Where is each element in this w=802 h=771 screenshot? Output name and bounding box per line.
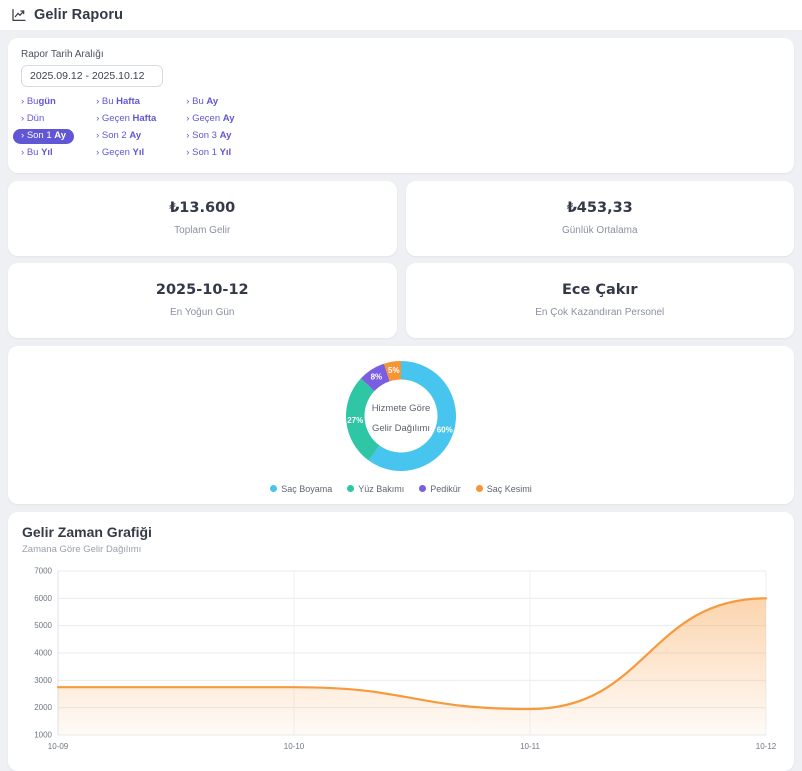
- page-title: Gelir Raporu: [34, 7, 123, 23]
- y-axis-label: 7000: [34, 566, 52, 575]
- legend-label: Saç Boyama: [281, 484, 332, 494]
- revenue-time-chart-card: Gelir Zaman Grafiği Zamana Göre Gelir Da…: [8, 512, 794, 771]
- donut-slice-percent: 60%: [437, 425, 453, 434]
- quick-range-links: › Bugün › Dün › Son 1 Ay › Bu Yıl › Bu Hafta…: [13, 95, 243, 161]
- legend-dot: [347, 485, 354, 492]
- chart-title: Gelir Zaman Grafiği: [22, 524, 780, 540]
- stat-value: ₺13.600: [169, 200, 235, 216]
- legend-item-yuz-bakimi[interactable]: Yüz Bakımı: [347, 484, 404, 494]
- x-axis-label: 10-09: [48, 742, 69, 751]
- legend-dot: [270, 485, 277, 492]
- quick-range-bu-yil[interactable]: › Bu Yıl: [13, 146, 74, 161]
- quick-range-son-2-ay[interactable]: › Son 2 Ay: [88, 129, 164, 144]
- stats-grid: ₺13.600 Toplam Gelir ₺453,33 Günlük Orta…: [8, 181, 794, 338]
- quick-range-bu-ay[interactable]: › Bu Ay: [178, 95, 242, 110]
- legend-item-sac-boyama[interactable]: Saç Boyama: [270, 484, 332, 494]
- legend-label: Yüz Bakımı: [358, 484, 404, 494]
- quick-range-son-3-ay[interactable]: › Son 3 Ay: [178, 129, 242, 144]
- x-axis-label: 10-10: [284, 742, 305, 751]
- donut-chart: 60% 27% 8% 5% Hizmete Göre Gelir Dağılımı: [321, 355, 481, 479]
- stat-label: Toplam Gelir: [174, 225, 230, 236]
- donut-slice-percent: 8%: [371, 372, 383, 381]
- stat-label: En Yoğun Gün: [170, 307, 235, 318]
- revenue-line-chart: 100020003000400050006000700010-0910-1010…: [22, 563, 780, 763]
- quick-range-bugun[interactable]: › Bugün: [13, 95, 74, 110]
- stat-card-busiest-day: 2025-10-12 En Yoğun Gün: [8, 263, 397, 338]
- donut-slice-percent: 27%: [347, 416, 363, 425]
- y-axis-label: 2000: [34, 703, 52, 712]
- quick-range-bu-hafta[interactable]: › Bu Hafta: [88, 95, 164, 110]
- legend-label: Pedikür: [430, 484, 461, 494]
- y-axis-label: 4000: [34, 648, 52, 657]
- stat-card-daily-average: ₺453,33 Günlük Ortalama: [406, 181, 795, 256]
- stat-card-top-earner: Ece Çakır En Çok Kazandıran Personel: [406, 263, 795, 338]
- stat-value: 2025-10-12: [156, 282, 249, 298]
- legend-label: Saç Kesimi: [487, 484, 532, 494]
- legend-item-pedikur[interactable]: Pedikür: [419, 484, 461, 494]
- stat-card-total-revenue: ₺13.600 Toplam Gelir: [8, 181, 397, 256]
- quick-range-gecen-ay[interactable]: › Geçen Ay: [178, 112, 242, 127]
- y-axis-label: 3000: [34, 676, 52, 685]
- donut-center-text: Hizmete Göre: [372, 403, 431, 414]
- donut-legend: Saç Boyama Yüz Bakımı Pedikür Saç Kesimi: [270, 484, 532, 494]
- quick-range-gecen-hafta[interactable]: › Geçen Hafta: [88, 112, 164, 127]
- report-filter-card: Rapor Tarih Aralığı › Bugün › Dün › Son 1 …: [8, 38, 794, 173]
- x-axis-label: 10-11: [520, 742, 540, 751]
- x-axis-label: 10-12: [756, 742, 777, 751]
- revenue-area-fill: [58, 598, 766, 735]
- quick-range-son-1-ay[interactable]: › Son 1 Ay: [13, 129, 74, 144]
- stat-label: Günlük Ortalama: [562, 225, 638, 236]
- stat-label: En Çok Kazandıran Personel: [535, 307, 664, 318]
- donut-center-text: Gelir Dağılımı: [372, 423, 430, 434]
- date-range-label: Rapor Tarih Aralığı: [21, 49, 781, 60]
- stat-value: Ece Çakır: [562, 282, 638, 298]
- quick-range-gecen-yil[interactable]: › Geçen Yıl: [88, 146, 164, 161]
- app-header: Gelir Raporu: [0, 0, 802, 30]
- donut-slice-percent: 5%: [388, 366, 400, 375]
- legend-item-sac-kesimi[interactable]: Saç Kesimi: [476, 484, 532, 494]
- quick-range-son-1-yil[interactable]: › Son 1 Yıl: [178, 146, 242, 161]
- y-axis-label: 6000: [34, 594, 52, 603]
- date-range-input[interactable]: [21, 65, 163, 87]
- stat-value: ₺453,33: [567, 200, 633, 216]
- quick-range-dun[interactable]: › Dün: [13, 112, 74, 127]
- legend-dot: [419, 485, 426, 492]
- y-axis-label: 5000: [34, 621, 52, 630]
- legend-dot: [476, 485, 483, 492]
- chart-subtitle: Zamana Göre Gelir Dağılımı: [22, 544, 780, 555]
- service-revenue-donut-card: 60% 27% 8% 5% Hizmete Göre Gelir Dağılımı Saç…: [8, 346, 794, 504]
- trend-chart-icon: [11, 7, 27, 23]
